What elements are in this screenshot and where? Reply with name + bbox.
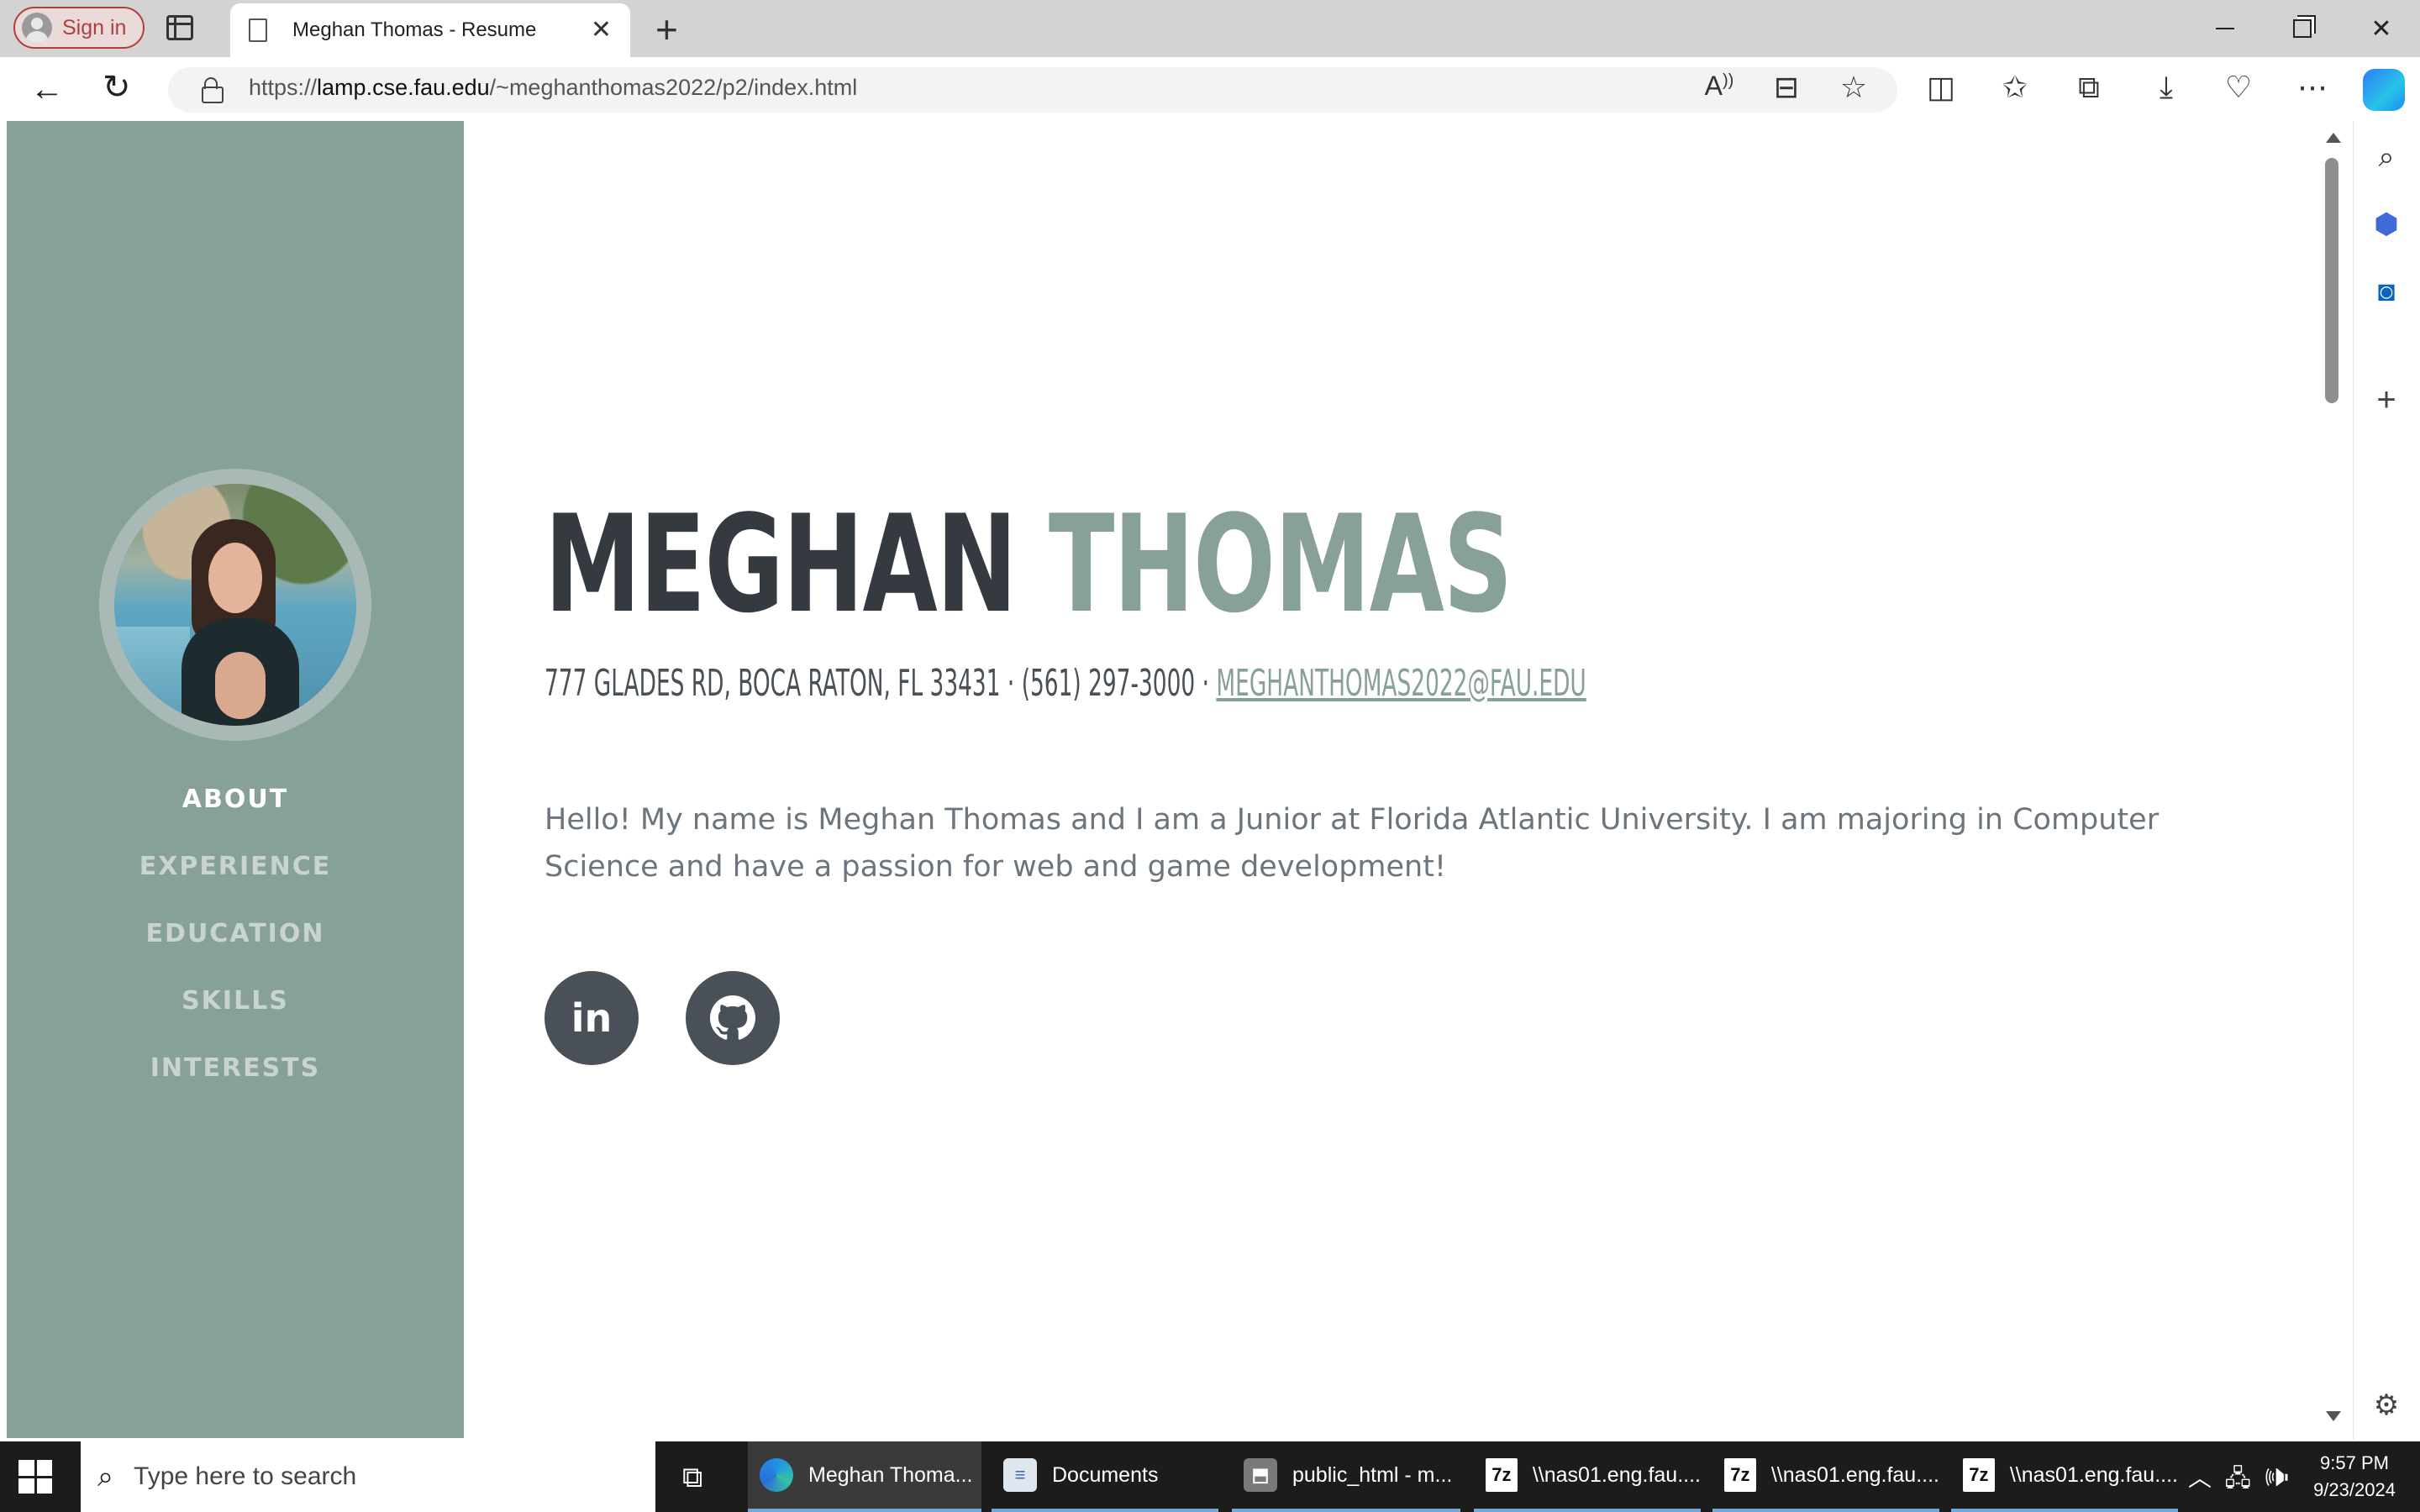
favorite-star-icon[interactable]: ☆ <box>1833 72 1874 102</box>
page-title: MEGHAN THOMAS <box>544 497 1512 632</box>
read-aloud-icon[interactable]: A)) <box>1699 72 1739 99</box>
taskbar-app-documents[interactable]: ≡ Documents <box>992 1441 1218 1512</box>
active-tab[interactable]: Meghan Thomas - Resume ✕ <box>230 3 630 57</box>
taskbar-app-7zip[interactable]: 7z \\nas01.eng.fau.... <box>1712 1441 1939 1512</box>
scroll-down-arrow-icon[interactable] <box>2326 1411 2341 1421</box>
nav-link-education[interactable]: EDUCATION <box>7 919 464 948</box>
ftp-icon: ⬒ <box>1244 1458 1277 1492</box>
immersive-reader-icon[interactable]: ⊟ <box>1766 72 1807 102</box>
7zip-icon: 7z <box>1724 1458 1756 1492</box>
edge-icon <box>760 1458 793 1492</box>
network-icon[interactable]: 🖧 <box>2225 1465 2251 1491</box>
outlook-icon[interactable]: ◙ <box>2363 277 2410 306</box>
profile-avatar-icon <box>22 13 52 43</box>
search-icon[interactable]: ⌕ <box>2363 143 2410 171</box>
taskbar-clock[interactable]: 9:57 PM 9/23/2024 <box>2302 1450 2407 1504</box>
contact-subheading: 777 Glades Rd, Boca Raton, FL 33431 · (5… <box>544 662 1586 705</box>
taskbar-app-label: \\nas01.eng.fau.... <box>1532 1462 1701 1487</box>
more-menu-icon[interactable]: ⋯ <box>2292 72 2333 102</box>
first-name: MEGHAN <box>544 486 1018 643</box>
page-icon <box>249 18 267 42</box>
task-view-icon[interactable]: ⧉ <box>682 1462 702 1494</box>
address-phone: 777 Glades Rd, Boca Raton, FL 33431 · (5… <box>544 662 1217 705</box>
split-screen-icon[interactable]: ◫ <box>1921 72 1961 102</box>
github-icon <box>710 995 755 1040</box>
7zip-icon: 7z <box>1486 1458 1518 1492</box>
taskbar-app-label: Documents <box>1052 1462 1159 1487</box>
taskbar-app-label: public_html - m... <box>1292 1462 1453 1487</box>
linkedin-button[interactable]: in <box>544 971 639 1065</box>
taskbar-app-ftp[interactable]: ⬒ public_html - m... <box>1232 1441 1460 1512</box>
scroll-up-arrow-icon[interactable] <box>2326 133 2341 143</box>
minimize-button[interactable] <box>2188 8 2262 49</box>
bio-paragraph: Hello! My name is Meghan Thomas and I am… <box>544 803 2160 884</box>
downloads-icon[interactable]: ⤓ <box>2146 72 2186 102</box>
profile-photo <box>114 484 356 726</box>
url-prefix: https:// <box>249 75 318 100</box>
office-icon[interactable]: ⬢ <box>2363 210 2410 239</box>
github-button[interactable] <box>686 971 780 1065</box>
volume-icon[interactable]: 🕪 <box>2264 1465 2289 1491</box>
document-icon: ≡ <box>1003 1458 1037 1492</box>
sign-in-button[interactable]: Sign in <box>13 7 145 49</box>
restore-button[interactable] <box>2265 8 2339 49</box>
taskbar-search-placeholder: Type here to search <box>134 1462 357 1490</box>
url-text[interactable]: https://lamp.cse.fau.edu/~meghanthomas20… <box>249 75 857 101</box>
7zip-icon: 7z <box>1963 1458 1995 1492</box>
system-tray[interactable]: ︿ 🖧 🕪 <box>2188 1460 2290 1501</box>
clock-date: 9/23/2024 <box>2313 1479 2396 1500</box>
resume-sidebar <box>7 121 464 1438</box>
windows-start-icon[interactable] <box>18 1460 52 1494</box>
settings-gear-icon[interactable]: ⚙ <box>2363 1391 2410 1420</box>
copilot-icon[interactable] <box>2363 69 2405 111</box>
favorites-icon[interactable]: ✩ <box>1995 72 2035 102</box>
taskbar-app-label: Meghan Thoma... <box>808 1462 973 1487</box>
lock-icon[interactable] <box>202 77 224 103</box>
browser-side-panel <box>2353 121 2420 1440</box>
taskbar-search-input[interactable]: ⌕ Type here to search <box>81 1441 655 1512</box>
url-host: lamp.cse.fau.edu <box>317 75 490 100</box>
linkedin-icon: in <box>571 995 613 1041</box>
close-tab-icon[interactable]: ✕ <box>591 18 612 43</box>
clock-time: 9:57 PM <box>2320 1452 2389 1473</box>
nav-link-experience[interactable]: EXPERIENCE <box>7 852 464 881</box>
tab-title: Meghan Thomas - Resume <box>292 18 537 41</box>
collections-icon[interactable]: ⧉ <box>2069 72 2109 102</box>
reload-icon[interactable]: ↻ <box>103 71 131 104</box>
back-arrow-icon[interactable]: ← <box>30 72 64 106</box>
nav-link-interests[interactable]: INTERESTS <box>7 1053 464 1083</box>
add-sidebar-app-icon[interactable]: + <box>2363 383 2410 417</box>
search-magnifier-icon: ⌕ <box>97 1460 114 1493</box>
sign-in-label: Sign in <box>62 15 127 39</box>
tab-actions-icon[interactable] <box>166 15 193 40</box>
last-name: THOMAS <box>1048 486 1512 643</box>
browser-essentials-icon[interactable]: ♡ <box>2218 72 2259 102</box>
new-tab-icon[interactable]: + <box>655 10 678 49</box>
email-link[interactable]: meghanthomas2022@fau.edu <box>1216 662 1586 705</box>
nav-link-skills[interactable]: SKILLS <box>7 986 464 1016</box>
chevron-up-icon[interactable]: ︿ <box>2188 1465 2212 1491</box>
nav-link-about[interactable]: ABOUT <box>7 785 464 814</box>
taskbar-app-7zip[interactable]: 7z \\nas01.eng.fau.... <box>1951 1441 2178 1512</box>
url-path: /~meghanthomas2022/p2/index.html <box>489 75 858 100</box>
taskbar-app-edge[interactable]: Meghan Thoma... <box>748 1441 981 1512</box>
scroll-thumb[interactable] <box>2325 158 2338 403</box>
close-window-button[interactable]: ✕ <box>2344 8 2418 49</box>
taskbar-app-label: \\nas01.eng.fau.... <box>1770 1462 1939 1487</box>
taskbar-app-7zip[interactable]: 7z \\nas01.eng.fau.... <box>1474 1441 1701 1512</box>
taskbar-app-label: \\nas01.eng.fau.... <box>2009 1462 2178 1487</box>
